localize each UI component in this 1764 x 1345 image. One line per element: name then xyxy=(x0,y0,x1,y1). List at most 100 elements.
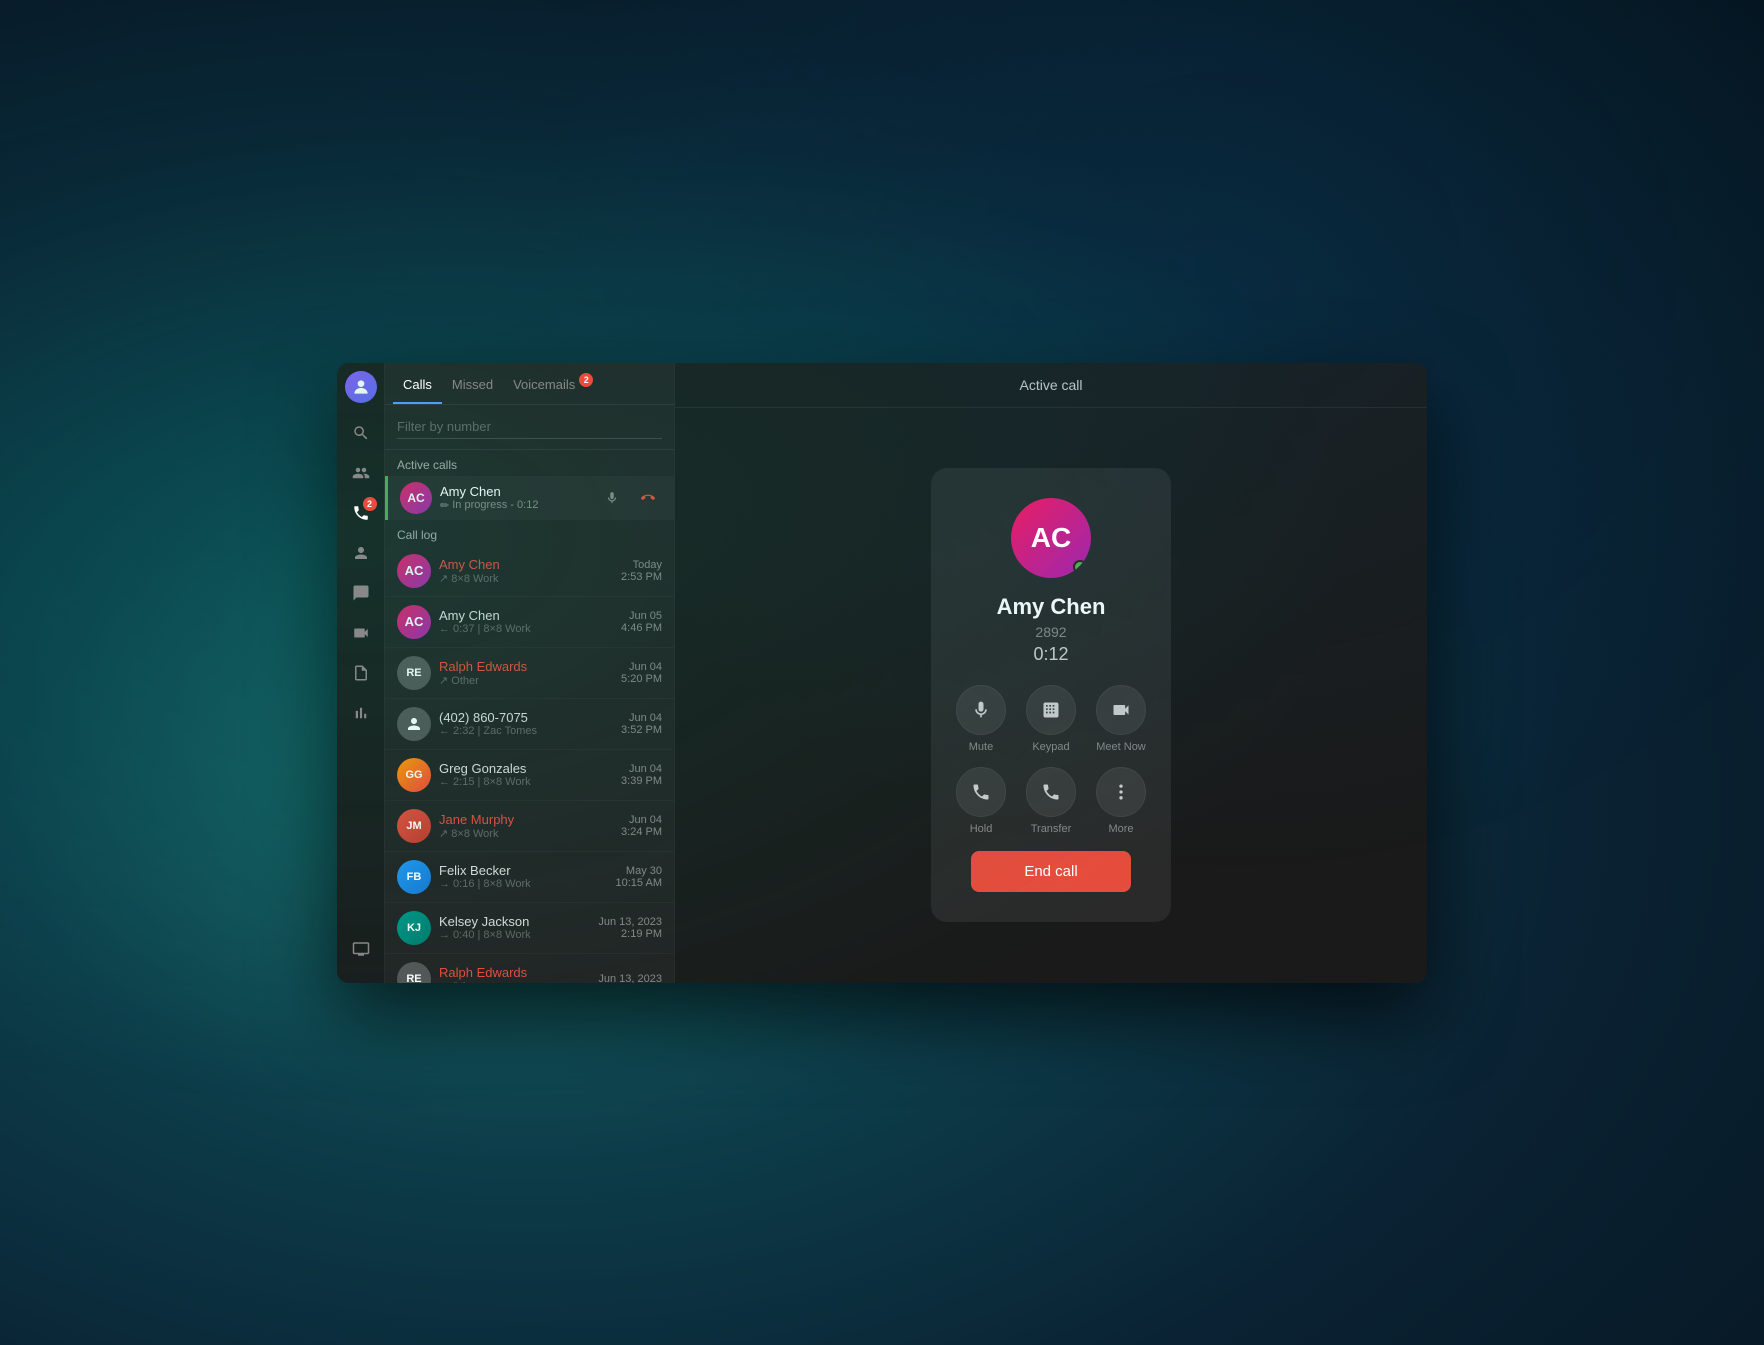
call-log-details: Amy Chen ↗ 8×8 Work xyxy=(439,557,613,585)
call-log-item[interactable]: KJ Kelsey Jackson → 0:40 | 8×8 Work Jun … xyxy=(385,903,674,954)
main-content: AC Amy Chen 2892 0:12 Mute xyxy=(675,408,1427,983)
mute-label: Mute xyxy=(969,741,993,753)
sidebar-item-chat[interactable] xyxy=(343,575,379,611)
call-log-details: Amy Chen ← 0:37 | 8×8 Work xyxy=(439,608,613,635)
keypad-button[interactable]: Keypad xyxy=(1026,685,1076,753)
sidebar-item-search[interactable] xyxy=(343,415,379,451)
search-input[interactable] xyxy=(397,415,662,439)
sidebar-item-monitor[interactable] xyxy=(343,931,379,967)
search-bar xyxy=(385,405,674,450)
call-log-time: Jun 13, 2023 xyxy=(598,973,662,983)
active-call-avatar: AC xyxy=(400,482,432,514)
more-icon xyxy=(1096,767,1146,817)
active-call-name: Amy Chen xyxy=(440,484,590,499)
call-log-avatar: RE xyxy=(397,962,431,983)
call-log-details: Felix Becker → 0:16 | 8×8 Work xyxy=(439,863,608,890)
call-log-meta: ← 0:37 | 8×8 Work xyxy=(439,623,613,635)
app-window: 2 xyxy=(337,363,1427,983)
call-log-time: Jun 04 3:39 PM xyxy=(621,763,662,787)
call-log-avatar: AC xyxy=(397,554,431,588)
call-log-label: Call log xyxy=(385,520,674,546)
call-log-list: AC Amy Chen ↗ 8×8 Work Today 2:53 PM AC … xyxy=(385,546,674,983)
call-log-name: Felix Becker xyxy=(439,863,608,878)
call-log-avatar: AC xyxy=(397,605,431,639)
sidebar-item-video[interactable] xyxy=(343,615,379,651)
tab-voicemails[interactable]: Voicemails 2 xyxy=(503,363,595,404)
call-log-meta: ↗ Other xyxy=(439,980,590,983)
call-log-meta: → 0:40 | 8×8 Work xyxy=(439,929,590,941)
active-call-item[interactable]: AC Amy Chen ✏ In progress - 0:12 xyxy=(385,476,674,520)
call-log-item[interactable]: RE Ralph Edwards ↗ Other Jun 04 5:20 PM xyxy=(385,648,674,699)
call-log-name: Jane Murphy xyxy=(439,812,613,827)
hold-button[interactable]: Hold xyxy=(956,767,1006,835)
call-log-avatar: JM xyxy=(397,809,431,843)
more-label: More xyxy=(1108,823,1133,835)
call-log-time: Today 2:53 PM xyxy=(621,559,662,583)
caller-ext: 2892 xyxy=(1035,624,1066,640)
active-call-actions xyxy=(598,484,662,512)
call-log-item[interactable]: AC Amy Chen ↗ 8×8 Work Today 2:53 PM xyxy=(385,546,674,597)
transfer-icon xyxy=(1026,767,1076,817)
call-log-item[interactable]: GG Greg Gonzales ← 2:15 | 8×8 Work Jun 0… xyxy=(385,750,674,801)
call-log-avatar: FB xyxy=(397,860,431,894)
call-log-item[interactable]: AC Amy Chen ← 0:37 | 8×8 Work Jun 05 4:4… xyxy=(385,597,674,648)
call-log-details: (402) 860-7075 ← 2:32 | Zac Tomes xyxy=(439,710,613,737)
call-log-details: Kelsey Jackson → 0:40 | 8×8 Work xyxy=(439,914,590,941)
end-active-call-btn[interactable] xyxy=(634,484,662,512)
voicemails-badge: 2 xyxy=(579,373,593,387)
call-log-name: Ralph Edwards xyxy=(439,965,590,980)
sidebar: 2 xyxy=(337,363,385,983)
call-log-avatar: KJ xyxy=(397,911,431,945)
active-call-info: Amy Chen ✏ In progress - 0:12 xyxy=(440,484,590,512)
main-header: Active call xyxy=(675,363,1427,408)
call-log-item[interactable]: RE Ralph Edwards ↗ Other Jun 13, 2023 xyxy=(385,954,674,983)
call-log-meta: ← 2:15 | 8×8 Work xyxy=(439,776,613,788)
call-log-avatar: GG xyxy=(397,758,431,792)
call-log-time: Jun 04 3:52 PM xyxy=(621,712,662,736)
call-log-item[interactable]: (402) 860-7075 ← 2:32 | Zac Tomes Jun 04… xyxy=(385,699,674,750)
call-log-item[interactable]: JM Jane Murphy ↗ 8×8 Work Jun 04 3:24 PM xyxy=(385,801,674,852)
sidebar-item-person[interactable] xyxy=(343,535,379,571)
more-button[interactable]: More xyxy=(1096,767,1146,835)
tabs: Calls Missed Voicemails 2 xyxy=(385,363,674,405)
sidebar-item-contacts[interactable] xyxy=(343,455,379,491)
call-log-name: Amy Chen xyxy=(439,608,613,623)
tab-missed[interactable]: Missed xyxy=(442,363,503,404)
caller-status-dot xyxy=(1073,560,1087,574)
main-area: Active call AC Amy Chen 2892 0:12 xyxy=(675,363,1427,983)
user-avatar[interactable] xyxy=(345,371,377,403)
end-call-button[interactable]: End call xyxy=(971,851,1131,892)
caller-name: Amy Chen xyxy=(997,594,1106,620)
call-timer: 0:12 xyxy=(1033,644,1068,665)
meet-now-label: Meet Now xyxy=(1096,741,1146,753)
call-log-name: Ralph Edwards xyxy=(439,659,613,674)
call-log-meta: ← 2:32 | Zac Tomes xyxy=(439,725,613,737)
sidebar-item-calls[interactable]: 2 xyxy=(343,495,379,531)
tab-calls[interactable]: Calls xyxy=(393,363,442,404)
hold-label: Hold xyxy=(970,823,993,835)
transfer-button[interactable]: Transfer xyxy=(1026,767,1076,835)
call-log-details: Greg Gonzales ← 2:15 | 8×8 Work xyxy=(439,761,613,788)
call-log-meta: ↗ 8×8 Work xyxy=(439,572,613,585)
call-log-avatar: RE xyxy=(397,656,431,690)
meet-now-button[interactable]: Meet Now xyxy=(1096,685,1146,753)
keypad-icon xyxy=(1026,685,1076,735)
call-log-time: Jun 04 5:20 PM xyxy=(621,661,662,685)
call-log-item[interactable]: FB Felix Becker → 0:16 | 8×8 Work May 30… xyxy=(385,852,674,903)
transfer-label: Transfer xyxy=(1031,823,1072,835)
active-call-card: AC Amy Chen 2892 0:12 Mute xyxy=(931,468,1171,922)
call-log-details: Ralph Edwards ↗ Other xyxy=(439,659,613,687)
call-log-time: Jun 05 4:46 PM xyxy=(621,610,662,634)
mute-active-btn[interactable] xyxy=(598,484,626,512)
call-log-name: Amy Chen xyxy=(439,557,613,572)
calls-badge: 2 xyxy=(363,497,377,511)
call-log-meta: ↗ Other xyxy=(439,674,613,687)
sidebar-item-analytics[interactable] xyxy=(343,695,379,731)
sidebar-item-doc[interactable] xyxy=(343,655,379,691)
mute-button[interactable]: Mute xyxy=(956,685,1006,753)
call-log-time: Jun 13, 2023 2:19 PM xyxy=(598,916,662,940)
call-log-details: Ralph Edwards ↗ Other xyxy=(439,965,590,983)
call-log-avatar xyxy=(397,707,431,741)
meet-now-icon xyxy=(1096,685,1146,735)
call-log-name: Greg Gonzales xyxy=(439,761,613,776)
